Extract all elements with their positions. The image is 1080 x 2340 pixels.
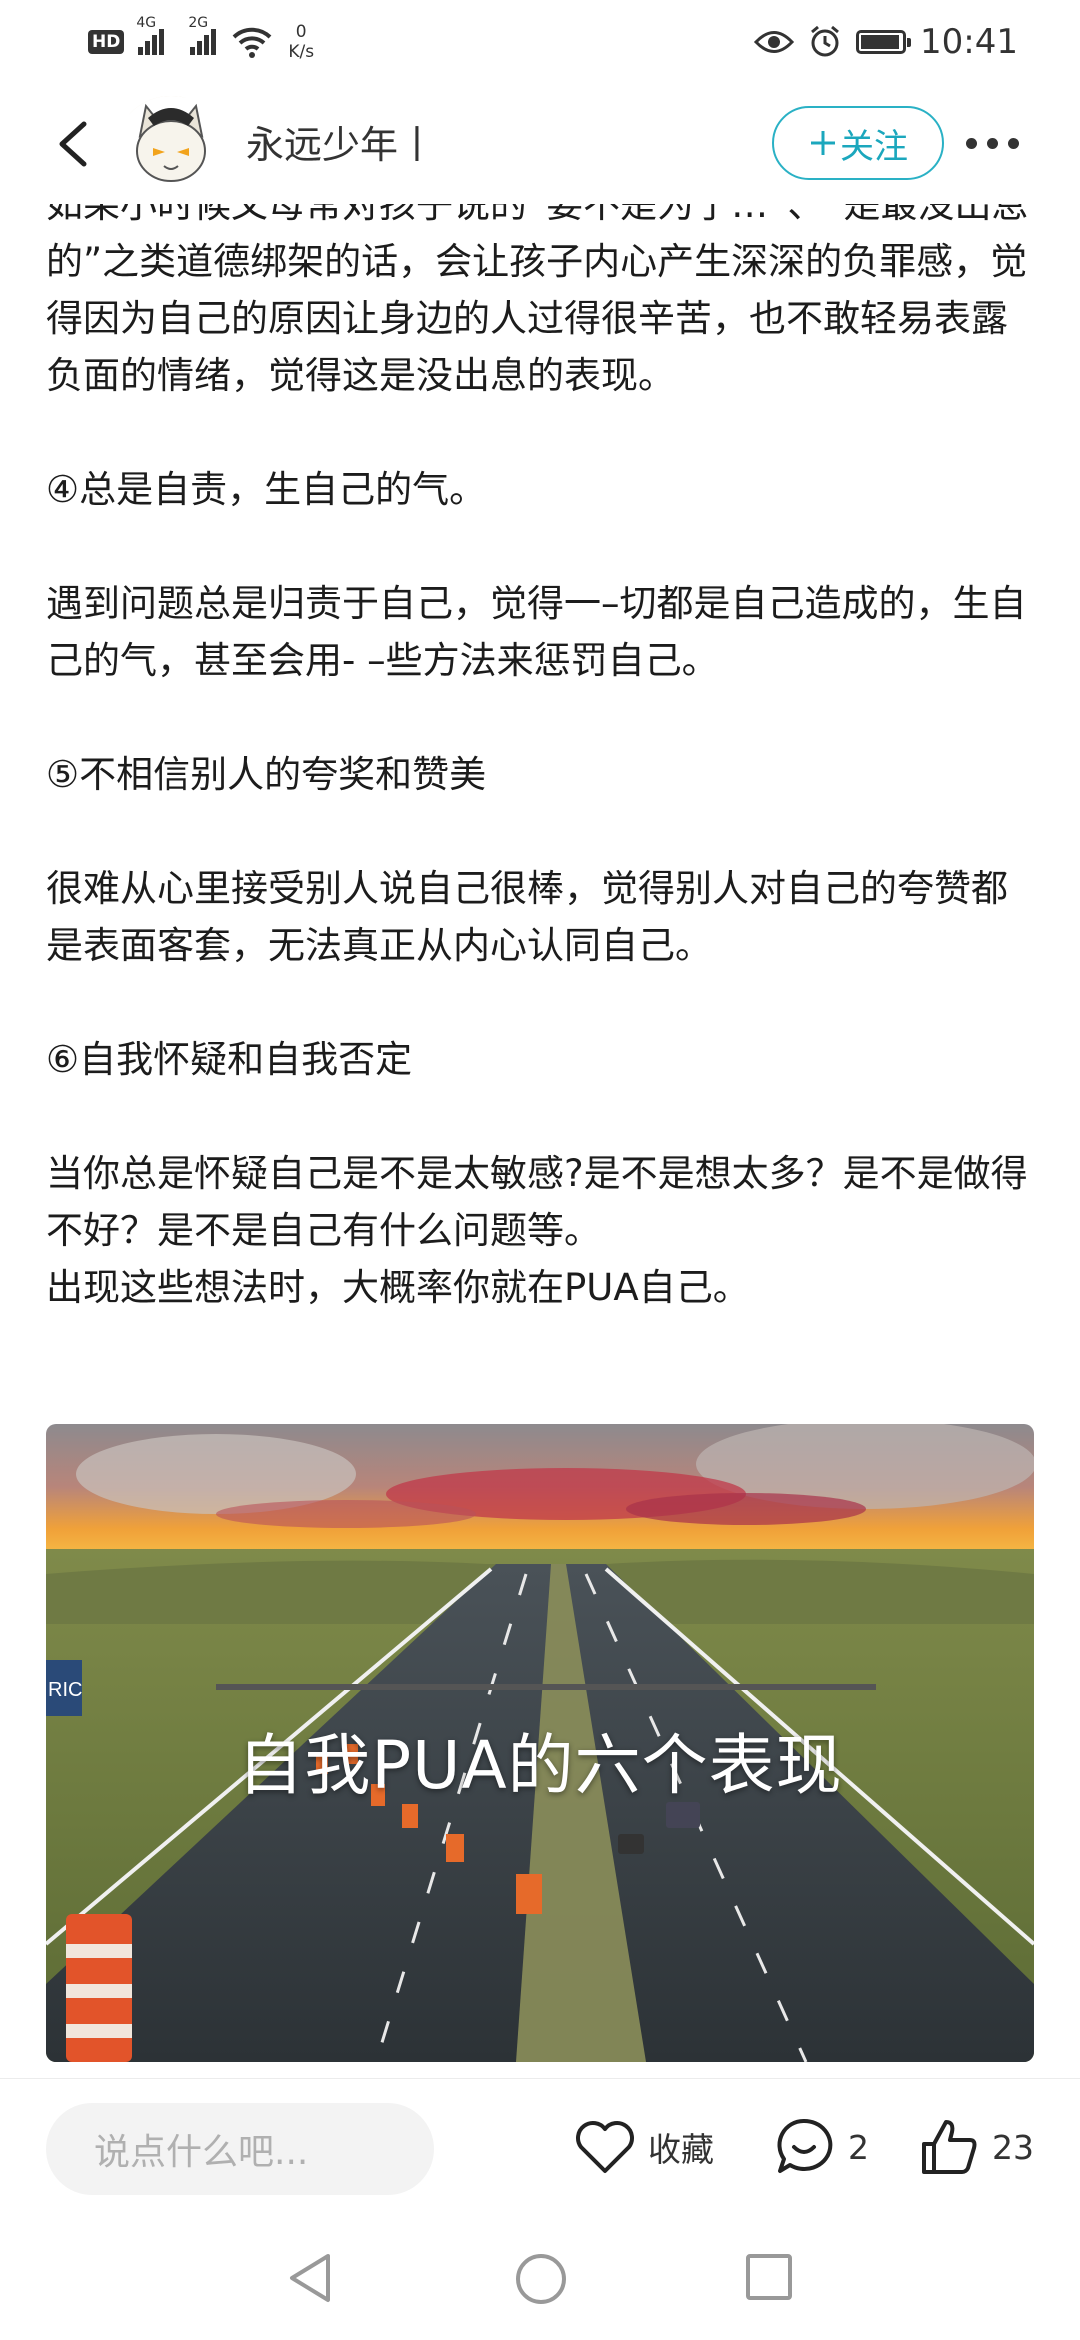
wifi-icon	[232, 27, 272, 58]
hd-badge: HD	[88, 30, 125, 54]
nav-back-icon[interactable]	[284, 2250, 336, 2306]
comment-button[interactable]: 2	[772, 2107, 869, 2187]
net-speed: 0 K/s	[288, 22, 314, 62]
more-options-icon[interactable]	[966, 128, 1026, 158]
paragraph-distrust-praise: 很难从心里接受别人说自己很棒，觉得别人对自己的夸赞都是表面客套，无法真正从内心认…	[46, 867, 1008, 967]
back-arrow-icon[interactable]	[48, 116, 104, 172]
signal-icon-sim2: 2G	[188, 15, 217, 55]
article-body: 如果小时候父母常对孩子说的“要不是为了…”、“是最没出息的”之类道德绑架的话，会…	[46, 204, 1042, 1316]
signal-icon-sim1: 4G	[136, 15, 165, 55]
article-image[interactable]: RIC 自我PUA的六个表现	[46, 1424, 1034, 2062]
paragraph-self-doubt: 当你总是怀疑自己是不是太敏感?是不是想太多？是不是做得不好？是不是自己有什么问题…	[46, 1152, 1028, 1252]
like-button[interactable]: 23	[918, 2107, 1034, 2187]
image-caption: 自我PUA的六个表现	[237, 1727, 843, 1804]
collect-label: 收藏	[648, 2130, 714, 2169]
heading-self-blame: ④总是自责，生自己的气。	[46, 468, 487, 511]
comment-bubble-icon	[777, 2118, 833, 2173]
net-speed-value: 0	[295, 22, 307, 42]
comment-input[interactable]: 说点什么吧...	[46, 2103, 434, 2195]
alarm-icon	[811, 25, 839, 57]
nav-recent-apps-icon[interactable]	[744, 2252, 794, 2302]
comment-count: 2	[848, 2127, 869, 2167]
plus-icon	[811, 131, 835, 155]
follow-label: 关注	[840, 126, 908, 167]
network-type-label: 4G	[136, 15, 157, 31]
status-bar: HD 4G 2G 0 K/s 10:41	[0, 0, 1080, 84]
like-count: 23	[992, 2127, 1034, 2167]
collect-button[interactable]: 收藏	[574, 2107, 714, 2187]
heading-self-doubt: ⑥自我怀疑和自我否定	[46, 1038, 413, 1081]
thumbs-up-icon	[922, 2120, 977, 2174]
clock: 10:41	[920, 22, 1018, 62]
heart-icon	[576, 2121, 634, 2173]
paragraph-self-blame: 遇到问题总是归责于自己，觉得一–切都是自己造成的，生自己的气，甚至会用- –些方…	[46, 582, 1027, 682]
battery-icon	[856, 30, 912, 54]
paragraph-moral-blackmail: 如果小时候父母常对孩子说的“要不是为了…”、“是最没出息的”之类道德绑架的话，会…	[46, 204, 1029, 397]
author-avatar[interactable]	[118, 96, 224, 192]
follow-button[interactable]: 关注	[772, 106, 944, 180]
author-name[interactable]: 永远少年丨	[246, 114, 436, 169]
bottom-action-bar: 说点什么吧... 收藏 2 23	[0, 2078, 1080, 2215]
net-speed-unit: K/s	[288, 42, 315, 62]
nav-home-icon[interactable]	[514, 2252, 568, 2306]
heading-distrust-praise: ⑤不相信别人的夸奖和赞美	[46, 753, 487, 796]
network-type-label: 2G	[188, 15, 209, 31]
post-header: 永远少年丨 关注	[0, 84, 1080, 204]
system-nav-bar	[0, 2214, 1080, 2340]
paragraph-conclusion: 出现这些想法时，大概率你就在PUA自己。	[46, 1266, 750, 1309]
eye-icon	[754, 31, 795, 53]
road-sign-text: RIC	[48, 1679, 82, 1701]
